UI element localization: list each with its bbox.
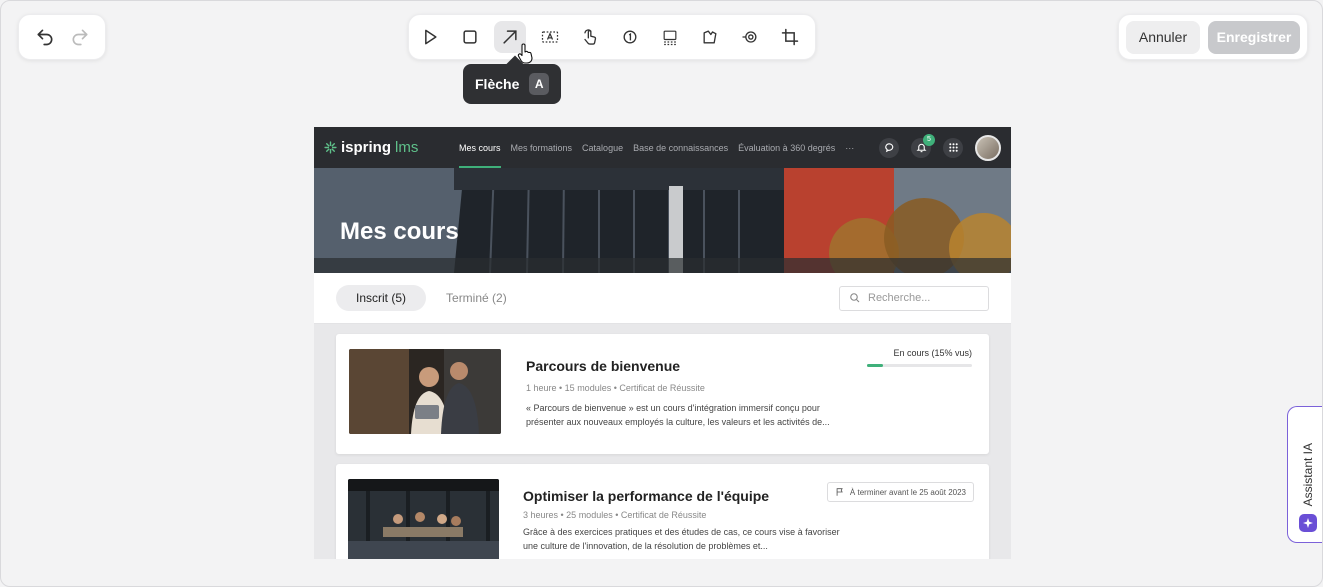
- course-progress-bar: [867, 364, 972, 367]
- tool-pointer[interactable]: [414, 21, 446, 53]
- nav-mes-cours[interactable]: Mes cours: [459, 127, 501, 168]
- course-thumbnail: [349, 349, 501, 434]
- click-hand-icon: [584, 29, 597, 45]
- tool-text-box[interactable]: [534, 21, 566, 53]
- user-avatar[interactable]: [975, 134, 1001, 161]
- nav-mes-formations[interactable]: Mes formations: [511, 127, 573, 168]
- nav-base-connaissances[interactable]: Base de connaissances: [633, 127, 728, 168]
- deadline-text: À terminer avant le 25 août 2023: [849, 487, 966, 497]
- redo-button[interactable]: [64, 21, 96, 53]
- search-placeholder: Recherche...: [868, 292, 931, 304]
- course-progress-fill: [867, 364, 883, 367]
- chat-button[interactable]: [879, 137, 899, 158]
- nav-more[interactable]: ···: [845, 127, 854, 168]
- sparkle-icon: [1298, 514, 1317, 532]
- screenshot-preview[interactable]: ispring lms Mes cours Mes formations Cat…: [314, 127, 1011, 559]
- course-status: En cours (15% vus): [893, 348, 972, 358]
- deadline-badge: À terminer avant le 25 août 2023: [826, 482, 974, 502]
- course-description: Grâce à des exercices pratiques et des é…: [523, 527, 840, 551]
- rectangle-icon: [463, 30, 477, 44]
- page-title: Mes cours: [340, 218, 459, 245]
- flag-icon: [836, 488, 843, 496]
- hero-banner: Mes cours: [314, 168, 1011, 273]
- text-box-icon: [541, 31, 559, 43]
- lms-nav-links: Mes cours Mes formations Catalogue Base …: [459, 127, 879, 168]
- apps-button[interactable]: [943, 137, 963, 158]
- course-meta: 3 heures • 25 modules • Certificat de Ré…: [523, 510, 707, 520]
- course-thumbnail: [348, 479, 499, 559]
- undo-icon: [37, 29, 52, 46]
- nav-evaluation-360[interactable]: Évaluation à 360 degrés: [738, 127, 835, 168]
- lms-nav-icons: 5: [879, 133, 1001, 161]
- course-description: « Parcours de bienvenue » est un cours d…: [526, 403, 830, 427]
- grid-icon: [948, 143, 958, 152]
- blur-icon: [663, 30, 677, 46]
- course-title[interactable]: Parcours de bienvenue: [526, 358, 680, 374]
- editor-canvas: Flèche A Annuler Enregistrer ispring lms…: [0, 0, 1323, 587]
- lms-top-nav: ispring lms Mes cours Mes formations Cat…: [314, 127, 1011, 168]
- notifications-button[interactable]: 5: [911, 133, 935, 158]
- pointer-icon: [425, 29, 437, 45]
- course-tabs-bar: Inscrit (5) Terminé (2) Recherche...: [314, 273, 1011, 324]
- spotlight-icon: [742, 31, 757, 43]
- notification-badge: 5: [923, 133, 935, 146]
- logo-name: ispring: [341, 139, 392, 156]
- tool-tooltip: Flèche A: [463, 64, 561, 104]
- ai-assistant-label: Assistant IA: [1300, 442, 1315, 506]
- tab-inscrit[interactable]: Inscrit (5): [336, 285, 427, 311]
- tool-spotlight[interactable]: [734, 21, 766, 53]
- tool-blur[interactable]: [654, 21, 686, 53]
- search-input[interactable]: Recherche...: [839, 285, 989, 311]
- nav-catalogue[interactable]: Catalogue: [582, 127, 623, 168]
- chat-icon: [884, 143, 893, 153]
- course-meta: 1 heure • 15 modules • Certificat de Réu…: [526, 383, 705, 393]
- action-buttons: Annuler Enregistrer: [1118, 14, 1308, 60]
- course-title[interactable]: Optimiser la performance de l'équipe: [523, 488, 769, 504]
- cancel-button[interactable]: Annuler: [1126, 20, 1200, 54]
- tool-crop[interactable]: [774, 21, 806, 53]
- tool-step[interactable]: [614, 21, 646, 53]
- ai-assistant-tab[interactable]: Assistant IA: [1287, 406, 1322, 543]
- save-button[interactable]: Enregistrer: [1208, 20, 1300, 54]
- ispring-logo: ispring lms: [324, 139, 459, 156]
- annotation-toolbar: [408, 14, 816, 60]
- redo-icon: [72, 29, 87, 46]
- tool-highlight[interactable]: [694, 21, 726, 53]
- search-icon: [850, 293, 860, 303]
- course-card[interactable]: Optimiser la performance de l'équipe 3 h…: [336, 464, 989, 559]
- undo-button[interactable]: [29, 21, 61, 53]
- tool-rectangle[interactable]: [454, 21, 486, 53]
- tool-click[interactable]: [574, 21, 606, 53]
- crop-icon: [781, 28, 799, 46]
- ispring-logo-icon: [324, 141, 337, 154]
- tab-termine[interactable]: Terminé (2): [426, 285, 527, 311]
- logo-suffix: lms: [395, 139, 419, 156]
- step-number-icon: [623, 30, 637, 44]
- course-card[interactable]: Parcours de bienvenue 1 heure • 15 modul…: [336, 334, 989, 454]
- highlight-icon: [703, 30, 717, 44]
- tooltip-label: Flèche: [475, 76, 520, 92]
- history-controls: [18, 14, 106, 60]
- shortcut-key: A: [529, 73, 549, 95]
